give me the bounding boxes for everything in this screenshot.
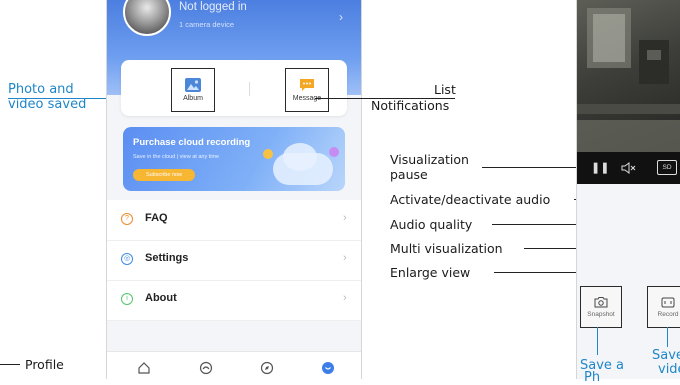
quality-badge[interactable]: SD [657, 160, 677, 175]
banner-title: Purchase cloud recording [133, 137, 251, 148]
leader-line-profile [0, 364, 20, 365]
cloud-recording-banner[interactable]: Purchase cloud recording Save in the clo… [123, 127, 345, 191]
settings-icon: ◎ [121, 253, 133, 265]
annotation-save-video-1: Save [652, 348, 680, 363]
record-label: Record [657, 310, 679, 318]
orange-dot-decoration [263, 149, 273, 159]
card-divider [249, 82, 250, 96]
album-button[interactable]: Album [171, 68, 215, 112]
chevron-right-icon: › [339, 10, 343, 24]
cloud-illustration-top [283, 143, 317, 171]
play-dot-decoration [329, 147, 339, 157]
home-tab-icon[interactable] [137, 361, 151, 375]
message-icon [300, 79, 314, 91]
menu-item-label: Settings [145, 252, 189, 264]
login-status: Not logged in [179, 1, 247, 13]
video-control-bar: ❚❚ SD [577, 152, 680, 184]
leader-line-snapshot [597, 327, 598, 355]
question-icon: ? [121, 213, 133, 225]
chevron-right-icon: › [343, 252, 347, 264]
menu-item-about[interactable]: i About › [107, 280, 361, 321]
profile-tab-icon[interactable] [321, 361, 335, 375]
camera-icon [594, 296, 608, 307]
annotation-audio-toggle: Activate/deactivate audio [390, 192, 551, 207]
annotation-visualization-pause-1: Visualization [390, 152, 469, 167]
live-video-feed[interactable] [577, 0, 680, 152]
annotation-list: List [434, 82, 456, 97]
annotation-notifications: Notifications [371, 98, 450, 113]
discover-tab-icon[interactable] [260, 361, 274, 375]
annotation-photo-video-saved-1: Photo and [8, 82, 74, 97]
snapshot-label: Snapshot [587, 310, 615, 318]
chevron-right-icon: › [343, 292, 347, 304]
record-button[interactable]: Record [647, 286, 680, 328]
chevron-right-icon: › [343, 212, 347, 224]
shortcut-card: Album Message [121, 60, 347, 116]
app-home-screen: Not logged in 1 camera device › Album Me… [106, 0, 362, 379]
menu-item-label: About [145, 292, 177, 304]
album-icon [185, 78, 201, 92]
message-button[interactable]: Message [285, 68, 329, 112]
avatar[interactable] [123, 0, 171, 36]
annotation-enlarge-view: Enlarge view [390, 265, 471, 280]
pause-icon[interactable]: ❚❚ [591, 161, 609, 174]
menu-item-label: FAQ [145, 212, 168, 224]
settings-menu: ? FAQ › ◎ Settings › i About › [107, 200, 361, 321]
cloud-tab-icon[interactable] [199, 361, 213, 375]
camera-viewer-screen: ❚❚ SD Snapshot Record [576, 0, 680, 379]
device-count: 1 camera device [179, 20, 235, 29]
menu-item-settings[interactable]: ◎ Settings › [107, 240, 361, 281]
mute-icon[interactable] [621, 162, 637, 174]
annotation-multi-visualization: Multi visualization [390, 241, 503, 256]
room-scene-image [577, 8, 680, 152]
leader-line-record [667, 327, 668, 347]
annotation-visualization-pause-2: pause [390, 167, 428, 182]
menu-item-faq[interactable]: ? FAQ › [107, 200, 361, 241]
record-icon [661, 297, 675, 307]
snapshot-button[interactable]: Snapshot [580, 286, 622, 328]
annotation-photo-video-saved-2: video saved [8, 97, 87, 112]
info-icon: i [121, 293, 133, 305]
annotation-save-video-2: vide [658, 362, 680, 377]
annotation-audio-quality: Audio quality [390, 217, 473, 232]
annotation-profile: Profile [25, 357, 64, 372]
album-label: Album [183, 95, 203, 102]
annotation-save-photo-2: Ph [584, 370, 601, 385]
banner-subtitle: Save in the cloud | view at any time [133, 154, 220, 160]
bottom-tab-bar [107, 351, 361, 379]
subscribe-button[interactable]: Subscribe now [133, 169, 195, 181]
